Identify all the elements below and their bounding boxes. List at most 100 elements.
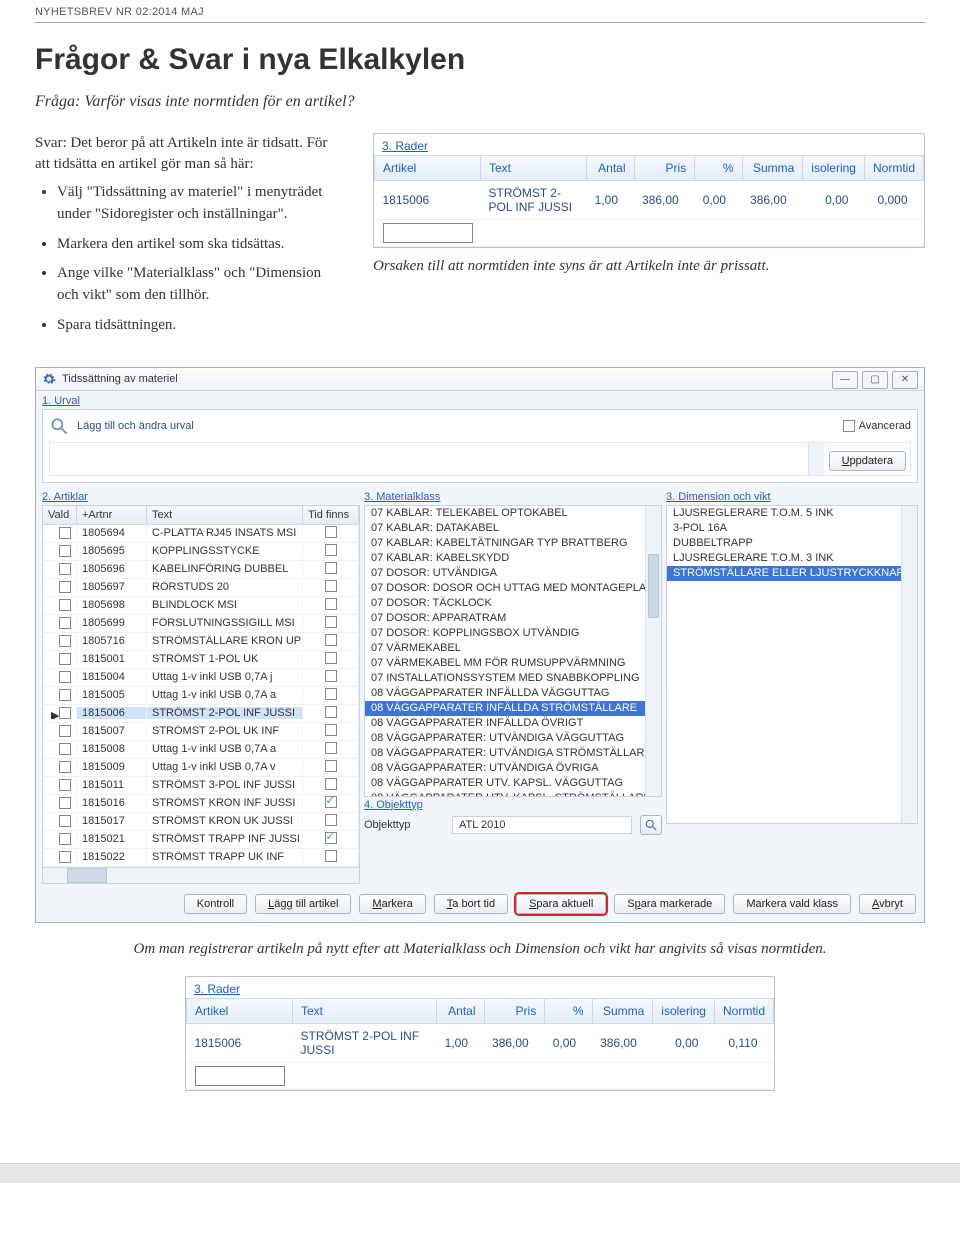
col-pris[interactable]: Pris — [484, 998, 545, 1023]
artiklar-row[interactable]: 1805716STRÖMSTÄLLARE KRON UP PV — [43, 633, 359, 651]
materialklass-item[interactable]: 08 VÄGGAPPARATER: UTVÄNDIGA VÄGGUTTAG — [365, 731, 661, 746]
window-maximize-button[interactable]: ▢ — [862, 371, 888, 389]
materialklass-item[interactable]: 08 VÄGGAPPARATER UTV. KAPSL. STRÖMSTÄLLA… — [365, 791, 661, 797]
objekttyp-value[interactable]: ATL 2010 — [452, 816, 632, 834]
col-tidfinns[interactable]: Tid finns — [303, 506, 359, 524]
dimension-label: 3. Dimension och vikt — [666, 489, 918, 505]
materialklass-item[interactable]: 07 DOSOR: KOPPLINGSBOX UTVÄNDIG — [365, 626, 661, 641]
artiklar-row[interactable]: 1815022STRÖMST TRAPP UK INF — [43, 849, 359, 867]
materialklass-item[interactable]: 08 VÄGGAPPARATER UTV. KAPSL. VÄGGUTTAG — [365, 776, 661, 791]
col-pris[interactable]: Pris — [634, 155, 695, 180]
materialklass-item[interactable]: 07 KABLAR: TELEKABEL OPTOKABEL — [365, 506, 661, 521]
col-artikel[interactable]: Artikel — [375, 155, 481, 180]
dimension-scrollbar[interactable] — [901, 506, 917, 823]
dimension-item[interactable]: LJUSREGLERARE T.O.M. 5 INK — [667, 506, 917, 521]
col-text[interactable]: Text — [481, 155, 587, 180]
bullet-item: Spara tidsättningen. — [57, 315, 345, 337]
materialklass-item[interactable]: 08 VÄGGAPPARATER: UTVÄNDIGA STRÖMSTÄLLAR… — [365, 746, 661, 761]
materialklass-item[interactable]: 07 INSTALLATIONSSYSTEM MED SNABBKOPPLING — [365, 671, 661, 686]
tidssattning-window: Tidssättning av materiel — ▢ ✕ 1. Urval … — [35, 367, 925, 923]
artiklar-row[interactable]: 1815005Uttag 1-v inkl USB 0,7A a — [43, 687, 359, 705]
artiklar-row[interactable]: 1815017STRÖMST KRON UK JUSSI — [43, 813, 359, 831]
col-text[interactable]: Text — [147, 506, 303, 524]
dimension-list[interactable]: LJUSREGLERARE T.O.M. 5 INK3-POL 16ADUBBE… — [666, 505, 918, 824]
artikel-input[interactable] — [383, 223, 473, 243]
materialklass-item[interactable]: 08 VÄGGAPPARATER INFÄLLDA ÖVRIGT — [365, 716, 661, 731]
materialklass-scrollbar[interactable] — [645, 506, 661, 796]
materialklass-item[interactable]: 07 KABLAR: DATAKABEL — [365, 521, 661, 536]
col-isolering[interactable]: isolering — [803, 155, 865, 180]
col-antal[interactable]: Antal — [587, 155, 634, 180]
materialklass-item[interactable]: 07 KABLAR: KABELTÄTNINGAR TYP BRATTBERG — [365, 536, 661, 551]
col-text[interactable]: Text — [293, 998, 437, 1023]
artiklar-row[interactable]: 1815021STRÖMST TRAPP INF JUSSI — [43, 831, 359, 849]
window-titlebar[interactable]: Tidssättning av materiel — ▢ ✕ — [36, 368, 924, 391]
col-summa[interactable]: Summa — [742, 155, 803, 180]
artiklar-row[interactable]: 1815007STRÖMST 2-POL UK INF — [43, 723, 359, 741]
dimension-item[interactable]: 3-POL 16A — [667, 521, 917, 536]
cell-summa: 386,00 — [742, 180, 803, 219]
gear-icon — [42, 372, 56, 386]
window-close-button[interactable]: ✕ — [892, 371, 918, 389]
markera-vald-klass-button[interactable]: Markera vald klass — [733, 894, 851, 914]
col-summa[interactable]: Summa — [592, 998, 653, 1023]
materialklass-item[interactable]: 07 DOSOR: APPARATRAM — [365, 611, 661, 626]
materialklass-item[interactable]: 08 VÄGGAPPARATER INFÄLLDA VÄGGUTTAG — [365, 686, 661, 701]
spara-markerade-button[interactable]: Spara markerade — [614, 894, 725, 914]
col-isolering[interactable]: isolering — [653, 998, 715, 1023]
col-antal[interactable]: Antal — [437, 998, 484, 1023]
dimension-item[interactable]: STRÖMSTÄLLARE ELLER LJUSTRYCKKNAPP — [667, 566, 917, 581]
artiklar-row[interactable]: 1805697RÖRSTUDS 20 — [43, 579, 359, 597]
materialklass-item[interactable]: 07 VÄRMEKABEL — [365, 641, 661, 656]
col-artikel[interactable]: Artikel — [187, 998, 293, 1023]
materialklass-item[interactable]: 07 KABLAR: KABELSKYDD — [365, 551, 661, 566]
col-pct[interactable]: % — [545, 998, 592, 1023]
artiklar-row[interactable]: 1805699FÖRSLUTNINGSSIGILL MSI — [43, 615, 359, 633]
artiklar-row[interactable]: 1815009Uttag 1-v inkl USB 0,7A v — [43, 759, 359, 777]
artiklar-row[interactable]: 1815001STRÖMST 1-POL UK — [43, 651, 359, 669]
col-vald[interactable]: Vald — [43, 506, 77, 524]
table-row[interactable]: 1815006 STRÖMST 2-POL INF JUSSI 1,00 386… — [375, 180, 924, 219]
cell-artikel: 1815006 — [187, 1023, 293, 1062]
urval-button-text[interactable]: Lägg till och ändra urval — [77, 420, 194, 432]
artiklar-row[interactable]: 1815016STRÖMST KRON INF JUSSI — [43, 795, 359, 813]
artiklar-row[interactable]: 1805696KABELINFÖRING DUBBEL — [43, 561, 359, 579]
kontroll-button[interactable]: Kontroll — [184, 894, 247, 914]
avancerad-checkbox[interactable]: Avancerad — [843, 420, 911, 432]
artiklar-row[interactable]: ▶1815006STRÖMST 2-POL INF JUSSI — [43, 705, 359, 723]
dimension-item[interactable]: LJUSREGLERARE T.O.M. 3 INK — [667, 551, 917, 566]
materialklass-item[interactable]: 07 DOSOR: UTVÄNDIGA — [365, 566, 661, 581]
materialklass-item[interactable]: 07 DOSOR: DOSOR OCH UTTAG MED MONTAGEPLA… — [365, 581, 661, 596]
materialklass-item[interactable]: 07 VÄRMEKABEL MM FÖR RUMSUPPVÄRMNING — [365, 656, 661, 671]
materialklass-item[interactable]: 08 VÄGGAPPARATER: UTVÄNDIGA ÖVRIGA — [365, 761, 661, 776]
col-normtid[interactable]: Normtid — [714, 998, 773, 1023]
col-artnr[interactable]: +Artnr — [77, 506, 147, 524]
markera-button[interactable]: Markera — [359, 894, 425, 914]
objekttyp-browse-button[interactable] — [640, 815, 662, 835]
materialklass-item[interactable]: 07 DOSOR: TÄCKLOCK — [365, 596, 661, 611]
artiklar-h-scrollbar[interactable] — [43, 867, 359, 883]
artiklar-row[interactable]: 1805698BLINDLOCK MSI — [43, 597, 359, 615]
materialklass-list[interactable]: 07 KABLAR: TELEKABEL OPTOKABEL07 KABLAR:… — [364, 505, 662, 797]
artikel-input[interactable] — [195, 1066, 285, 1086]
materialklass-item[interactable]: 08 VÄGGAPPARATER INFÄLLDA STRÖMSTÄLLARE — [365, 701, 661, 716]
col-pct[interactable]: % — [695, 155, 742, 180]
urval-scrollbar[interactable] — [808, 443, 824, 475]
artiklar-row[interactable]: 1815004Uttag 1-v inkl USB 0,7A j — [43, 669, 359, 687]
search-icon — [644, 818, 658, 832]
ta-bort-tid-button[interactable]: Ta bort tid — [434, 894, 508, 914]
spara-aktuell-button[interactable]: Spara aktuell — [516, 894, 606, 914]
artiklar-row[interactable]: 1805694C-PLATTA RJ45 INSATS MSI — [43, 525, 359, 543]
artiklar-row[interactable]: 1815008Uttag 1-v inkl USB 0,7A a — [43, 741, 359, 759]
artiklar-row[interactable]: 1815011STRÖMST 3-POL INF JUSSI — [43, 777, 359, 795]
materialklass-label: 3. Materialklass — [364, 489, 662, 505]
avbryt-button[interactable]: Avbryt — [859, 894, 916, 914]
col-normtid[interactable]: Normtid — [864, 155, 923, 180]
artiklar-row[interactable]: 1805695KOPPLINGSSTYCKE — [43, 543, 359, 561]
uppdatera-button[interactable]: Uppdatera — [829, 451, 906, 471]
window-minimize-button[interactable]: — — [832, 371, 858, 389]
artiklar-label: 2. Artiklar — [42, 489, 360, 505]
lagg-till-artikel-button[interactable]: Lägg till artikel — [255, 894, 351, 914]
table-row[interactable]: 1815006 STRÖMST 2-POL INF JUSSI 1,00 386… — [187, 1023, 774, 1062]
dimension-item[interactable]: DUBBELTRAPP — [667, 536, 917, 551]
